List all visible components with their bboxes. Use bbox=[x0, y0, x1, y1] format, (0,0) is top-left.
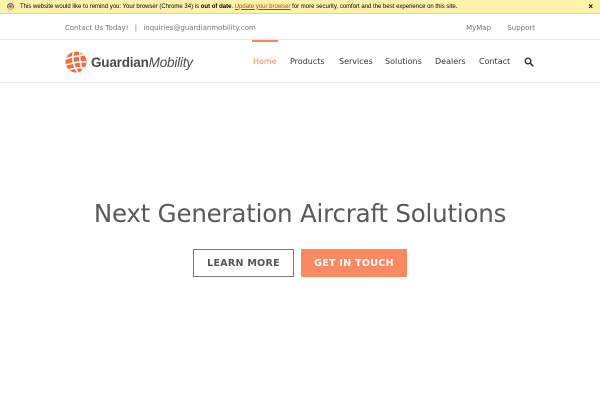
notice-text: This website would like to remind you: Y… bbox=[20, 4, 457, 10]
close-icon[interactable]: × bbox=[588, 1, 593, 13]
mymap-link[interactable]: MyMap bbox=[466, 24, 491, 32]
nav-home[interactable]: Home bbox=[252, 40, 278, 83]
support-link[interactable]: Support bbox=[507, 24, 535, 32]
nav-services[interactable]: Services bbox=[339, 40, 373, 83]
notice-text-before: This website would like to remind you: Y… bbox=[20, 3, 201, 10]
email-link[interactable]: inquiries@guardianmobility.com bbox=[143, 24, 255, 32]
chrome-icon bbox=[7, 3, 14, 10]
contact-us-label: Contact Us Today! bbox=[65, 24, 129, 32]
notice-text-bold: out of date bbox=[200, 3, 232, 10]
nav-dealers[interactable]: Dealers bbox=[435, 40, 466, 83]
get-in-touch-button[interactable]: GET IN TOUCH bbox=[301, 249, 407, 277]
topbar-contact: Contact Us Today! | inquiries@guardianmo… bbox=[65, 24, 260, 32]
update-browser-link[interactable]: Update your browser bbox=[235, 4, 291, 10]
notice-text-after: for more security, comfort and the best … bbox=[290, 3, 458, 10]
top-utility-bar: Contact Us Today! | inquiries@guardianmo… bbox=[0, 15, 600, 40]
topbar-separator: | bbox=[134, 24, 138, 32]
main-nav: Home Products Services Solutions Dealers… bbox=[0, 40, 600, 83]
nav-solutions[interactable]: Solutions bbox=[385, 40, 422, 83]
hero-title: Next Generation Aircraft Solutions bbox=[93, 199, 507, 228]
site-header: GuardianMobility Home Products Services … bbox=[0, 40, 600, 83]
browser-update-notice: This website would like to remind you: Y… bbox=[0, 0, 600, 14]
nav-contact[interactable]: Contact bbox=[479, 40, 510, 83]
topbar-links: MyMap Support bbox=[452, 24, 535, 32]
nav-products[interactable]: Products bbox=[290, 40, 325, 83]
learn-more-button[interactable]: LEARN MORE bbox=[193, 249, 294, 277]
search-icon[interactable] bbox=[524, 57, 534, 67]
